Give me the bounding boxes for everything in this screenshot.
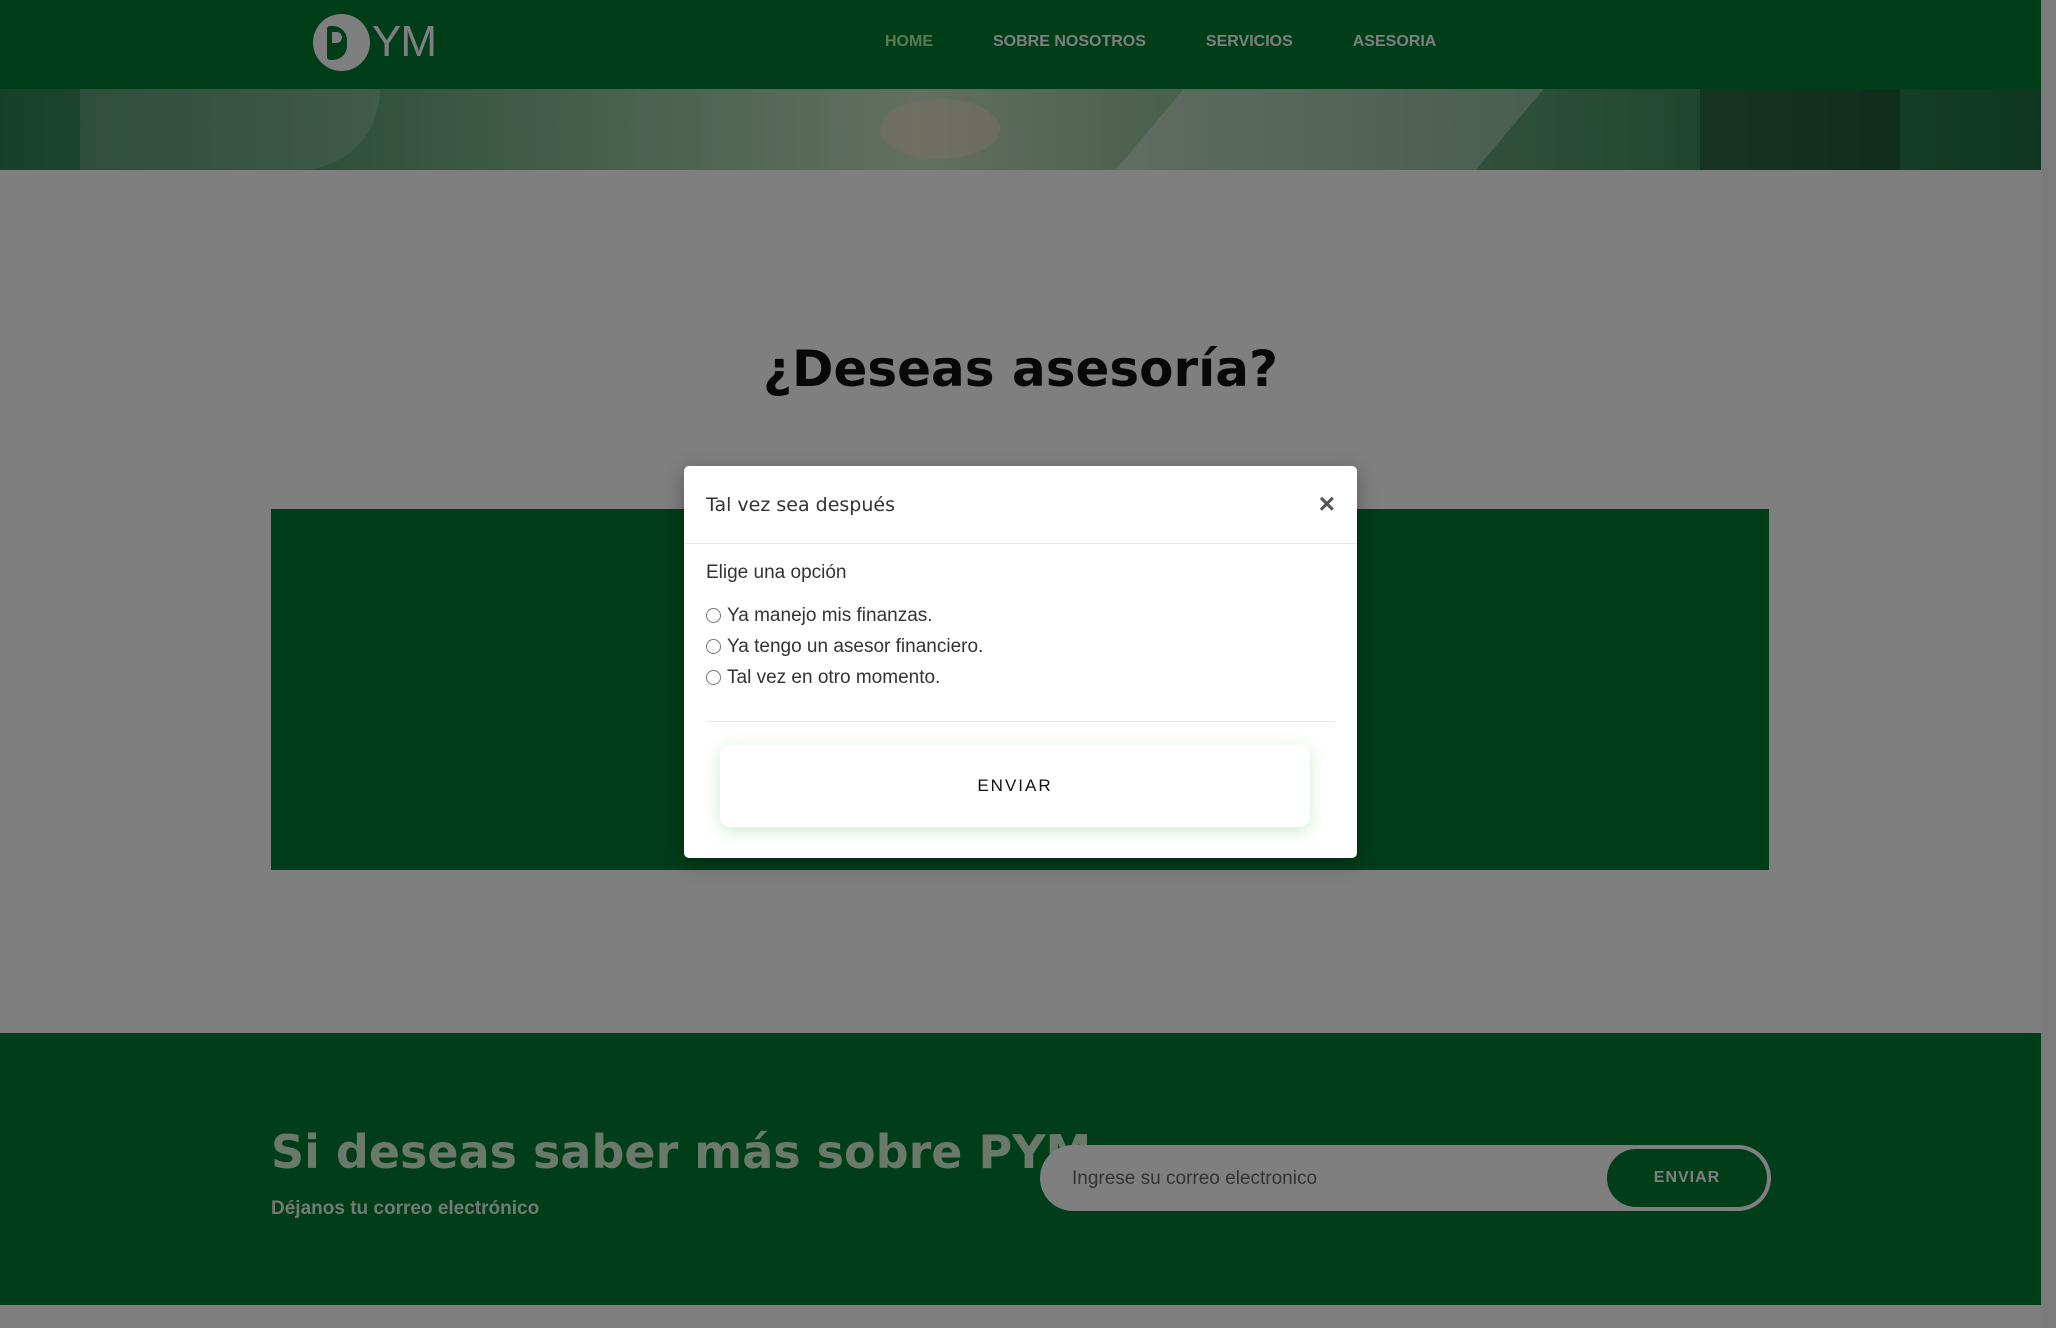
option-item[interactable]: Tal vez en otro momento. [706, 662, 1335, 693]
option-radio[interactable] [706, 670, 721, 685]
option-item[interactable]: Ya tengo un asesor financiero. [706, 631, 1335, 662]
modal-header: Tal vez sea después × [684, 466, 1357, 544]
send-button[interactable]: ENVIAR [720, 745, 1310, 827]
option-item[interactable]: Ya manejo mis finanzas. [706, 600, 1335, 631]
close-icon[interactable]: × [1319, 488, 1335, 520]
send-button-wrapper: ENVIAR [720, 745, 1310, 827]
modal-divider [706, 721, 1335, 722]
modal-dialog: Tal vez sea después × Elige una opción Y… [684, 466, 1357, 858]
option-radio[interactable] [706, 608, 721, 623]
option-label: Ya manejo mis finanzas. [727, 604, 933, 626]
modal-body: Elige una opción Ya manejo mis finanzas.… [706, 562, 1335, 693]
scrollbar-track[interactable] [2041, 0, 2056, 1328]
option-radio[interactable] [706, 639, 721, 654]
options-label: Elige una opción [706, 562, 847, 583]
modal-title: Tal vez sea después [706, 494, 895, 516]
option-label: Ya tengo un asesor financiero. [727, 635, 984, 657]
option-label: Tal vez en otro momento. [727, 666, 941, 688]
